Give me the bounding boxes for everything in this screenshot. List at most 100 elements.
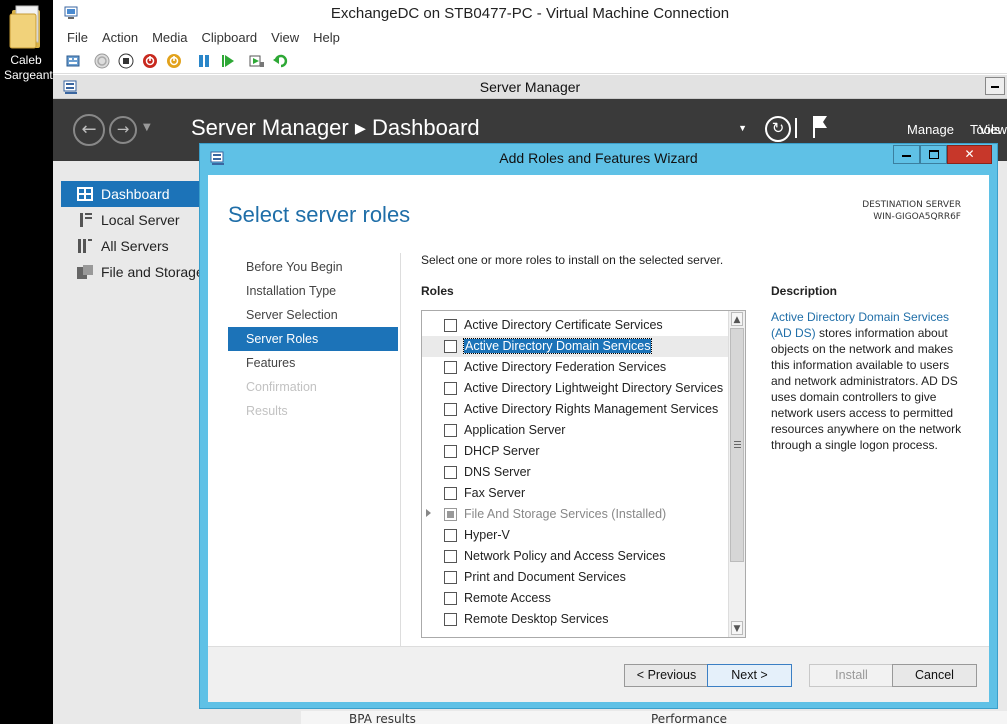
nav-file-and-storage[interactable]: File and Storage: [61, 259, 209, 285]
role-item[interactable]: Active Directory Domain Services: [422, 336, 729, 357]
role-checkbox[interactable]: [444, 550, 457, 563]
step-server-selection[interactable]: Server Selection: [228, 303, 398, 327]
scroll-up-icon[interactable]: ▲: [731, 312, 743, 326]
pause-icon[interactable]: [196, 53, 212, 69]
menu-media[interactable]: Media: [152, 28, 187, 49]
reset-icon[interactable]: [220, 53, 236, 69]
role-checkbox[interactable]: [444, 445, 457, 458]
role-item[interactable]: Active Directory Lightweight Directory S…: [422, 378, 729, 399]
role-label: Hyper-V: [464, 528, 510, 542]
add-roles-wizard: Add Roles and Features Wizard ✕ Select s…: [199, 143, 998, 709]
role-label: DNS Server: [464, 465, 531, 479]
checkpoint-icon[interactable]: [249, 53, 265, 69]
revert-icon[interactable]: [273, 53, 289, 69]
server-manager-nav: Dashboard Local Server All Servers File …: [61, 181, 209, 285]
role-checkbox[interactable]: [444, 571, 457, 584]
start-icon[interactable]: [94, 53, 110, 69]
role-checkbox[interactable]: [444, 466, 457, 479]
role-checkbox[interactable]: [444, 319, 457, 332]
role-checkbox[interactable]: [444, 340, 457, 353]
forward-arrow-icon[interactable]: →: [109, 116, 137, 144]
role-checkbox[interactable]: [444, 403, 457, 416]
menu-file[interactable]: File: [67, 28, 88, 49]
menu-view[interactable]: View: [271, 28, 299, 49]
role-item[interactable]: Fax Server: [422, 483, 729, 504]
install-button: Install: [809, 664, 894, 687]
notifications-flag-icon[interactable]: [811, 114, 829, 141]
next-button[interactable]: Next >: [707, 664, 792, 687]
cancel-button[interactable]: Cancel: [892, 664, 977, 687]
wizard-maximize-button[interactable]: [920, 145, 947, 164]
role-label: Active Directory Domain Services: [462, 338, 653, 354]
scroll-down-icon[interactable]: ▼: [731, 621, 743, 635]
back-arrow-icon[interactable]: ←: [73, 114, 105, 146]
role-item[interactable]: Remote Access: [422, 588, 729, 609]
expand-arrow-icon[interactable]: [426, 509, 431, 517]
role-item[interactable]: Active Directory Certificate Services: [422, 315, 729, 336]
notifications-dropdown-icon[interactable]: ▼: [738, 123, 747, 133]
role-item[interactable]: Active Directory Rights Management Servi…: [422, 399, 729, 420]
role-checkbox[interactable]: [444, 592, 457, 605]
header-separator: [795, 118, 797, 138]
role-checkbox[interactable]: [444, 529, 457, 542]
role-item[interactable]: Print and Document Services: [422, 567, 729, 588]
menu-clipboard[interactable]: Clipboard: [202, 28, 258, 49]
menu-help[interactable]: Help: [313, 28, 340, 49]
manage-menu[interactable]: Manage: [907, 122, 954, 137]
role-item[interactable]: Active Directory Federation Services: [422, 357, 729, 378]
wizard-title: Add Roles and Features Wizard: [499, 150, 698, 166]
step-server-roles[interactable]: Server Roles: [228, 327, 398, 351]
role-label: Active Directory Rights Management Servi…: [464, 402, 719, 416]
dashboard-icon: [77, 187, 93, 201]
destination-server-label: DESTINATION SERVER: [862, 200, 961, 210]
steps-divider: [400, 253, 401, 653]
role-item[interactable]: Network Policy and Access Services: [422, 546, 729, 567]
role-label: Active Directory Federation Services: [464, 360, 667, 374]
server-manager-minimize-button[interactable]: [985, 77, 1005, 95]
wizard-close-button[interactable]: ✕: [947, 145, 992, 164]
role-checkbox[interactable]: [444, 424, 457, 437]
step-installation-type[interactable]: Installation Type: [228, 279, 398, 303]
role-checkbox[interactable]: [444, 487, 457, 500]
folder-label-line-1: Caleb: [10, 53, 42, 67]
role-item[interactable]: DHCP Server: [422, 441, 729, 462]
refresh-icon[interactable]: ↻: [765, 116, 791, 142]
history-dropdown-icon[interactable]: ▼: [143, 122, 151, 133]
role-checkbox[interactable]: [444, 613, 457, 626]
menu-action[interactable]: Action: [102, 28, 138, 49]
role-label: Active Directory Certificate Services: [464, 318, 663, 332]
role-item[interactable]: DNS Server: [422, 462, 729, 483]
view-menu[interactable]: View: [979, 122, 1007, 137]
nav-dashboard[interactable]: Dashboard: [61, 181, 209, 207]
nav-all-servers[interactable]: All Servers: [61, 233, 209, 259]
dashboard-tiles-strip: BPA results Performance: [301, 711, 1007, 724]
scrollbar-thumb[interactable]: [730, 328, 744, 562]
turn-off-icon[interactable]: [118, 53, 134, 69]
role-item[interactable]: Hyper-V: [422, 525, 729, 546]
role-item[interactable]: Application Server: [422, 420, 729, 441]
local-server-icon: [80, 213, 92, 227]
ctrl-alt-del-icon[interactable]: [65, 53, 81, 69]
nav-local-server[interactable]: Local Server: [61, 207, 209, 233]
previous-button[interactable]: < Previous: [624, 664, 709, 687]
role-label: Fax Server: [464, 486, 526, 500]
step-features[interactable]: Features: [228, 351, 398, 375]
roles-scrollbar[interactable]: ▲ ▼: [728, 311, 745, 637]
save-state-icon[interactable]: [166, 53, 182, 69]
role-checkbox[interactable]: [444, 382, 457, 395]
wizard-titlebar: Add Roles and Features Wizard ✕: [200, 144, 997, 172]
role-checkbox[interactable]: [444, 361, 457, 374]
wizard-footer: < Previous Next > Install Cancel: [208, 646, 989, 702]
wizard-steps: Before You Begin Installation Type Serve…: [228, 255, 398, 423]
shutdown-icon[interactable]: [142, 53, 158, 69]
step-before-you-begin[interactable]: Before You Begin: [228, 255, 398, 279]
roles-heading: Roles: [421, 284, 454, 298]
roles-list[interactable]: Active Directory Certificate Services Ac…: [421, 310, 746, 638]
role-item[interactable]: Remote Desktop Services: [422, 609, 729, 630]
close-icon: ✕: [964, 147, 975, 161]
desktop-folder-shortcut[interactable]: Caleb Sargeant: [4, 4, 53, 86]
role-label: DHCP Server: [464, 444, 540, 458]
folder-icon: [8, 4, 44, 50]
wizard-minimize-button[interactable]: [893, 145, 920, 164]
role-item[interactable]: File And Storage Services (Installed): [422, 504, 729, 525]
